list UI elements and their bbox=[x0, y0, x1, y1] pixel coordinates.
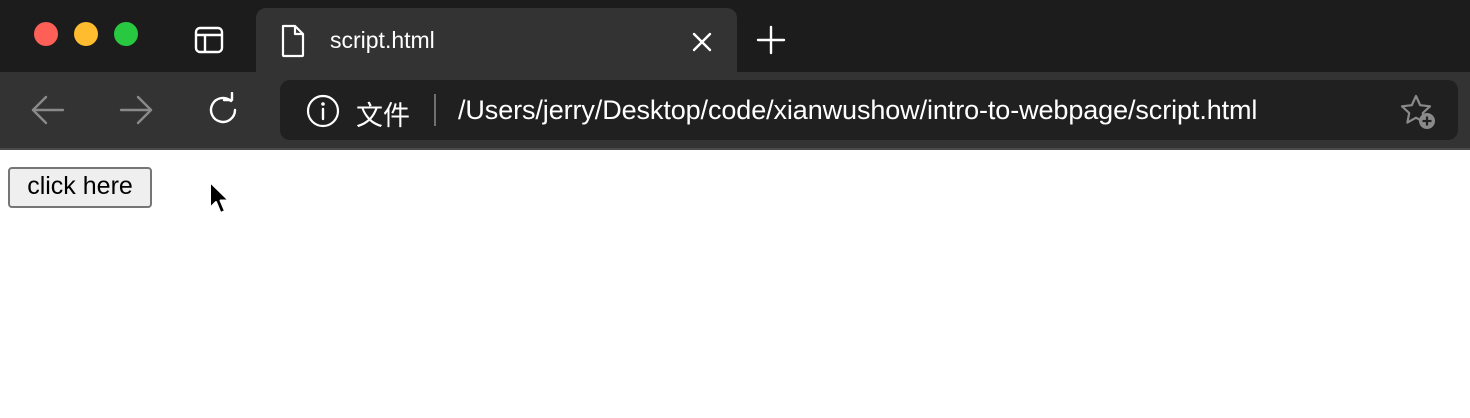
mouse-cursor-icon bbox=[207, 180, 233, 218]
window-minimize-button[interactable] bbox=[74, 22, 98, 46]
info-icon[interactable] bbox=[306, 94, 340, 128]
plus-icon bbox=[756, 25, 786, 55]
url-text[interactable]: /Users/jerry/Desktop/code/xianwushow/int… bbox=[458, 95, 1257, 126]
site-info-label[interactable]: 文件 bbox=[356, 94, 410, 133]
arrow-left-icon bbox=[31, 95, 65, 125]
page-viewport: click here bbox=[0, 150, 1470, 418]
forward-button[interactable] bbox=[118, 92, 154, 128]
tab-actions-icon[interactable] bbox=[194, 26, 224, 54]
click-here-button[interactable]: click here bbox=[8, 167, 152, 208]
tab-active[interactable]: script.html bbox=[256, 8, 737, 72]
new-tab-button[interactable] bbox=[755, 24, 787, 56]
address-divider bbox=[434, 94, 436, 126]
back-button[interactable] bbox=[30, 92, 66, 128]
browser-window: script.html 文件 /Users/jerry/Desktop/code… bbox=[0, 0, 1470, 418]
address-bar[interactable]: 文件 /Users/jerry/Desktop/code/xianwushow/… bbox=[280, 80, 1458, 140]
arrow-right-icon bbox=[119, 95, 153, 125]
browser-toolbar: 文件 /Users/jerry/Desktop/code/xianwushow/… bbox=[0, 72, 1470, 148]
document-icon bbox=[280, 24, 306, 58]
reload-button[interactable] bbox=[205, 92, 241, 128]
star-add-icon[interactable] bbox=[1398, 92, 1438, 132]
close-icon[interactable] bbox=[690, 30, 714, 54]
reload-icon bbox=[209, 92, 237, 124]
tab-title: script.html bbox=[330, 27, 435, 53]
window-close-button[interactable] bbox=[34, 22, 58, 46]
tab-strip: script.html bbox=[0, 0, 1470, 72]
window-maximize-button[interactable] bbox=[114, 22, 138, 46]
